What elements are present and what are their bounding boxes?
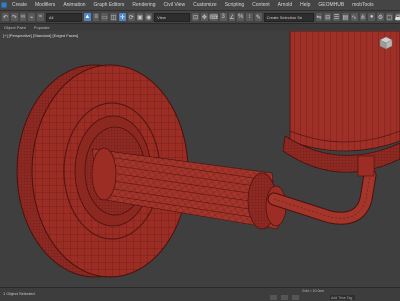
select-scale-icon[interactable]: ▣ — [136, 13, 144, 21]
menu-item-help[interactable]: Help — [296, 2, 314, 8]
toggle-ribbon-icon[interactable]: ▤ — [341, 13, 349, 21]
pivot-icon[interactable]: ⊡ — [192, 13, 199, 21]
selection-filter-dropdown[interactable]: All — [45, 12, 82, 22]
menu-item-mobtools[interactable]: mobTools — [348, 2, 377, 8]
schematic-view-icon[interactable]: ⋔ — [359, 13, 367, 21]
select-by-name-icon[interactable]: ≡ — [92, 13, 100, 21]
go-to-start-icon[interactable] — [270, 295, 277, 300]
snaps-toggle-icon[interactable]: 3 — [219, 13, 227, 21]
main-toolbar: ↶ ↷ ∞ ⌁ ≈ All ▲ ≡ ▭ ◫ ✛ ⟳ ▣ ◉ View ⊡ ✥ ⌨… — [0, 11, 400, 24]
layer-explorer-icon[interactable]: ☰ — [333, 13, 340, 21]
perspective-viewport[interactable]: [+] [Perspective] [Standard] [Edged Face… — [0, 31, 400, 287]
ribbon-tab-populate[interactable]: Populate — [34, 25, 50, 30]
bind-spacewarp-icon[interactable]: ≈ — [37, 13, 44, 21]
spinner-snap-icon[interactable]: ↕ — [246, 13, 253, 21]
menu-item-graph-editors[interactable]: Graph Editors — [90, 2, 129, 8]
grid-readout: Grid = 10.0cm — [302, 289, 325, 293]
add-time-tag-button[interactable]: Add Time Tag — [330, 295, 355, 300]
app-menu-icon[interactable] — [0, 1, 8, 10]
rect-selection-icon[interactable]: ▭ — [101, 13, 109, 21]
select-move-icon[interactable]: ✛ — [119, 13, 126, 21]
material-editor-icon[interactable]: ● — [368, 13, 376, 21]
playback-controls — [270, 295, 299, 300]
tank-mesh — [282, 31, 400, 177]
curve-editor-icon[interactable]: ∿ — [350, 13, 358, 21]
menu-item-content[interactable]: Content — [248, 2, 274, 8]
render-icon[interactable]: ☕ — [394, 13, 400, 21]
go-to-end-icon[interactable] — [292, 295, 299, 300]
percent-snap-icon[interactable]: % — [237, 13, 245, 21]
viewport-label[interactable]: [+] [Perspective] [Standard] [Edged Face… — [3, 33, 78, 38]
play-icon[interactable] — [281, 295, 288, 300]
menu-bar: Create Modifiers Animation Graph Editors… — [0, 0, 400, 11]
place-icon[interactable]: ◉ — [145, 13, 153, 21]
select-object-icon[interactable]: ▲ — [83, 13, 91, 21]
rendered-frame-icon[interactable]: ▢ — [385, 13, 393, 21]
viewcube-icon[interactable] — [378, 35, 394, 51]
undo-icon[interactable]: ↶ — [2, 13, 9, 21]
pipe-mesh — [267, 168, 377, 225]
menu-item-geomhub[interactable]: GEOMHUB — [314, 2, 348, 8]
menu-item-rendering[interactable]: Rendering — [128, 2, 159, 8]
edit-named-selection-icon[interactable]: ✎ — [254, 13, 262, 21]
window-crossing-icon[interactable]: ◫ — [110, 13, 118, 21]
render-setup-icon[interactable]: ⚙ — [377, 13, 384, 21]
menu-item-customize[interactable]: Customize — [189, 2, 221, 8]
unlink-icon[interactable]: ⌁ — [28, 13, 36, 21]
selection-status: 1 Object Selected — [3, 291, 35, 296]
align-icon[interactable]: ⊟ — [324, 13, 332, 21]
mirror-icon[interactable]: ⇋ — [315, 13, 323, 21]
named-selection-dropdown[interactable]: Create Selection Se — [263, 12, 314, 22]
menu-item-animation[interactable]: Animation — [59, 2, 89, 8]
status-bar: 1 Object Selected Grid = 10.0cm Add Time… — [0, 287, 400, 301]
keyboard-shortcut-icon[interactable]: ⌨ — [209, 13, 218, 21]
menu-item-scripting[interactable]: Scripting — [221, 2, 248, 8]
angle-snap-icon[interactable]: ∠ — [228, 13, 236, 21]
select-rotate-icon[interactable]: ⟳ — [127, 13, 135, 21]
menu-item-civil-view[interactable]: Civil View — [159, 2, 189, 8]
ribbon-tab-object-paint[interactable]: Object Paint — [4, 25, 26, 30]
menu-item-modifiers[interactable]: Modifiers — [31, 2, 59, 8]
select-manipulate-icon[interactable]: ✥ — [200, 13, 208, 21]
menu-item-arnold[interactable]: Arnold — [274, 2, 296, 8]
ribbon-tabs: Object Paint Populate — [0, 24, 400, 30]
redo-icon[interactable]: ↷ — [10, 13, 18, 21]
reference-coord-dropdown[interactable]: View — [154, 12, 191, 22]
menu-item-create[interactable]: Create — [8, 2, 31, 8]
scene-render — [16, 31, 400, 278]
link-icon[interactable]: ∞ — [19, 13, 27, 21]
